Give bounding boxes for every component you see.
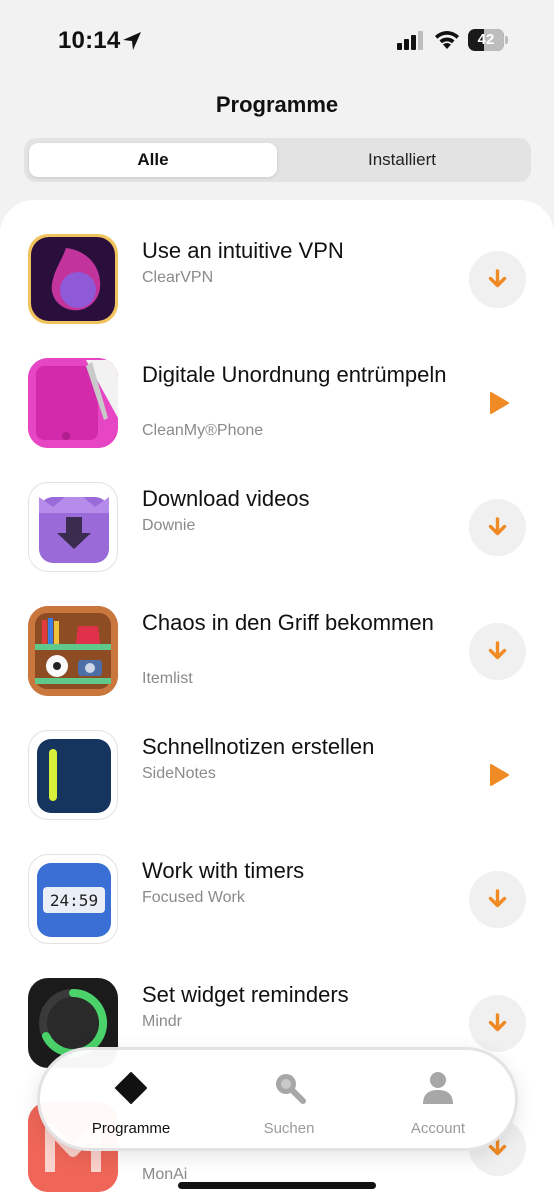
app-title: Schnellnotizen erstellen <box>142 734 375 759</box>
app-title: Download videos <box>142 486 310 511</box>
list-item[interactable]: Schnellnotizen erstellen SideNotes <box>0 730 554 840</box>
app-title: Set widget reminders <box>142 982 349 1007</box>
cellular-signal-icon <box>397 31 423 50</box>
itemlist-app-icon <box>28 606 118 696</box>
app-title: Digitale Unordnung entrümpeln <box>142 362 447 387</box>
sidenotes-app-icon <box>28 730 118 820</box>
list-item[interactable]: Download videos Downie <box>0 482 554 592</box>
segment-all[interactable]: Alle <box>29 143 277 177</box>
app-name: Itemlist <box>142 670 193 687</box>
download-button[interactable] <box>469 995 526 1052</box>
status-time: 10:14 <box>58 27 121 54</box>
app-title: Use an intuitive VPN <box>142 238 344 263</box>
tab-programme[interactable]: Programme <box>56 1050 206 1148</box>
download-arrow-icon <box>488 641 507 660</box>
segmented-control: Alle Installiert <box>24 138 531 182</box>
list-item[interactable]: 24:59 Work with timers Focused Work <box>0 854 554 964</box>
download-button[interactable] <box>469 871 526 928</box>
tab-account[interactable]: Account <box>363 1050 513 1148</box>
battery-icon: 42 <box>468 29 508 51</box>
page-title: Programme <box>215 92 339 117</box>
location-arrow-icon <box>123 32 141 50</box>
app-name: ClearVPN <box>142 269 214 286</box>
download-button[interactable] <box>469 623 526 680</box>
diamond-icon <box>115 1072 147 1104</box>
list-item[interactable]: Use an intuitive VPN ClearVPN <box>0 234 554 344</box>
battery-level: 42 <box>477 31 495 48</box>
open-play-icon[interactable] <box>486 762 512 788</box>
list-item[interactable]: Digitale Unordnung entrümpeln CleanMy®Ph… <box>0 358 554 468</box>
tab-suchen[interactable]: Suchen <box>214 1050 364 1148</box>
download-arrow-icon <box>488 269 507 288</box>
person-icon <box>423 1072 453 1104</box>
app-name: CleanMy®Phone <box>142 422 264 439</box>
open-play-icon[interactable] <box>486 390 512 416</box>
tab-label: Suchen <box>263 1120 315 1137</box>
focused-work-app-icon: 24:59 <box>28 854 118 944</box>
segment-installed[interactable]: Installiert <box>278 143 526 177</box>
app-title: Chaos in den Griff bekommen <box>142 610 434 635</box>
cleanmyphone-app-icon <box>28 358 118 448</box>
wifi-icon <box>435 31 459 49</box>
status-bar: 10:14 42 <box>0 0 554 82</box>
clearvpn-app-icon <box>28 234 118 324</box>
app-name: Downie <box>142 517 196 534</box>
timer-icon-text: 24:59 <box>50 891 98 910</box>
app-name: Mindr <box>142 1013 183 1030</box>
download-arrow-icon <box>488 517 507 536</box>
download-button[interactable] <box>469 499 526 556</box>
list-item[interactable]: Chaos in den Griff bekommen Itemlist <box>0 606 554 716</box>
download-arrow-icon <box>488 889 507 908</box>
tab-label: Account <box>410 1120 466 1137</box>
download-button[interactable] <box>469 251 526 308</box>
tab-label: Programme <box>91 1120 171 1137</box>
app-name: Focused Work <box>142 889 245 906</box>
search-icon <box>276 1074 306 1104</box>
home-indicator <box>178 1182 376 1189</box>
tab-bar: Programme Suchen Account <box>37 1047 518 1151</box>
app-title: Work with timers <box>142 858 305 883</box>
downie-app-icon <box>28 482 118 572</box>
download-arrow-icon <box>488 1013 507 1032</box>
app-name: SideNotes <box>142 765 216 782</box>
